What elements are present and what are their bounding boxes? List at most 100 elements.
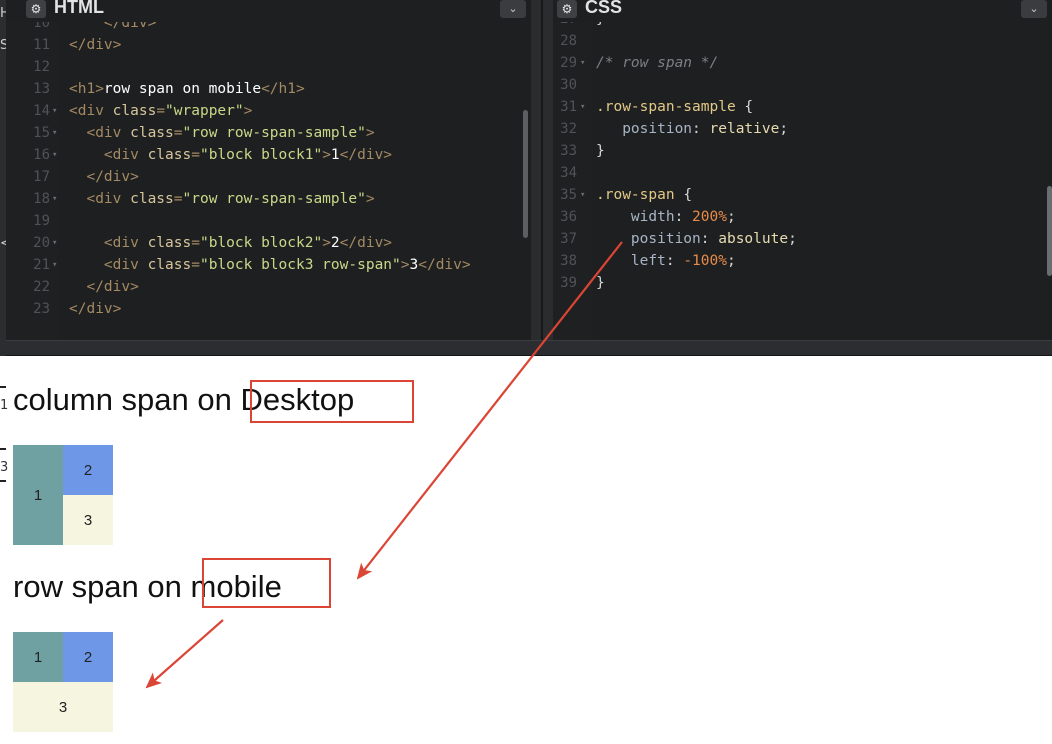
code-line[interactable]: 37 position: absolute;	[553, 228, 1052, 250]
gear-icon[interactable]: ⚙	[557, 0, 577, 18]
code-line[interactable]: 17 </div>	[6, 166, 531, 188]
left-fragment: 3	[0, 460, 9, 475]
code-line[interactable]: 32 position: relative;	[553, 118, 1052, 140]
line-number: 30	[560, 77, 577, 93]
code-line[interactable]: 31 ▾ .row-span-sample {	[553, 96, 1052, 118]
line-number: 36	[560, 209, 577, 225]
block-2: 2	[63, 445, 113, 495]
fold-arrow-icon[interactable]: ▾	[52, 100, 57, 122]
code-text: <h1>row span on mobile</h1>	[69, 81, 305, 97]
code-text: width: 200%;	[596, 209, 736, 225]
code-text: </div>	[69, 37, 122, 53]
divider	[0, 480, 6, 482]
code-line[interactable]: 36 width: 200%;	[553, 206, 1052, 228]
line-number: 21	[33, 257, 50, 273]
code-line[interactable]: 11 </div>	[6, 34, 531, 56]
heading-text: column span on	[13, 382, 241, 417]
line-number: 31	[560, 99, 577, 115]
editor-resize-handle[interactable]	[6, 340, 1052, 356]
result-preview: 1 3 column span on Desktop 1 2 3 row spa…	[0, 356, 1052, 744]
code-line[interactable]: 33}	[553, 140, 1052, 162]
line-number: 20	[33, 235, 50, 251]
line-number: 12	[33, 59, 50, 75]
code-line[interactable]: 16 ▾ <div class="block block1">1</div>	[6, 144, 531, 166]
pane-splitter[interactable]	[531, 0, 553, 340]
fold-arrow-icon[interactable]: ▾	[52, 232, 57, 254]
css-editor-pane[interactable]: 27}2829▾/* row span */3031▾.row-span-sam…	[553, 0, 1052, 340]
code-line[interactable]: 13 <h1>row span on mobile</h1>	[6, 78, 531, 100]
line-number: 23	[33, 301, 50, 317]
scrollbar-thumb[interactable]	[523, 110, 528, 238]
left-panel-edge: 1 3	[0, 356, 9, 744]
line-number: 33	[560, 143, 577, 159]
code-line[interactable]: 14 ▾ <div class="wrapper">	[6, 100, 531, 122]
code-text: <div class="block block2">2</div>	[69, 235, 393, 251]
code-line[interactable]: 20 ▾ <div class="block block2">2</div>	[6, 232, 531, 254]
fold-arrow-icon[interactable]: ▾	[580, 184, 585, 206]
line-number: 14	[33, 103, 50, 119]
line-number: 34	[560, 165, 577, 181]
code-line[interactable]: 19	[6, 210, 531, 232]
line-number: 29	[560, 55, 577, 71]
code-text: .row-span {	[596, 187, 693, 203]
annotation-highlight-box	[250, 380, 414, 423]
code-line[interactable]: 21 ▾ <div class="block block3 row-span">3…	[6, 254, 531, 276]
fold-arrow-icon[interactable]: ▾	[52, 122, 57, 144]
line-number: 18	[33, 191, 50, 207]
code-line[interactable]: 15 ▾ <div class="row row-span-sample">	[6, 122, 531, 144]
code-text: position: relative;	[596, 121, 789, 137]
line-number: 13	[33, 81, 50, 97]
code-line[interactable]: 30	[553, 74, 1052, 96]
code-line[interactable]: 34	[553, 162, 1052, 184]
block-3: 3	[63, 495, 113, 545]
code-line[interactable]: 39}	[553, 272, 1052, 294]
code-line[interactable]: 35 ▾ .row-span {	[553, 184, 1052, 206]
block-1: 1	[13, 632, 63, 682]
code-line[interactable]: 29 ▾ /* row span */	[553, 52, 1052, 74]
css-pane-header: ⚙ CSS ⌄	[553, 0, 1052, 22]
line-number: 15	[33, 125, 50, 141]
code-line[interactable]: 28	[553, 30, 1052, 52]
pane-title: HTML	[54, 0, 104, 17]
code-line[interactable]: 23 </div>	[6, 298, 531, 320]
block-2: 2	[63, 632, 113, 682]
fold-arrow-icon[interactable]: ▾	[52, 188, 57, 210]
left-fragment: 1	[0, 398, 9, 413]
code-text: <div class="row row-span-sample">	[69, 191, 375, 207]
code-text: }	[596, 275, 605, 291]
gear-icon[interactable]: ⚙	[26, 0, 46, 18]
fold-arrow-icon[interactable]: ▾	[52, 144, 57, 166]
code-text: </div>	[69, 279, 139, 295]
block-3: 3	[13, 682, 113, 732]
code-line[interactable]: 12	[6, 56, 531, 78]
line-number: 11	[33, 37, 50, 53]
code-line[interactable]: 18 ▾ <div class="row row-span-sample">	[6, 188, 531, 210]
fold-arrow-icon[interactable]: ▾	[580, 52, 585, 74]
line-number: 17	[33, 169, 50, 185]
pane-title: CSS	[585, 0, 623, 17]
code-text: <div class="block block3 row-span">3</di…	[69, 257, 471, 273]
code-text: left: -100%;	[596, 253, 736, 269]
html-editor-pane[interactable]: 10 </div> 11 </div> 12 13 <h1>row span on mob…	[6, 0, 531, 340]
annotation-highlight-box	[202, 558, 331, 608]
line-number: 35	[560, 187, 577, 203]
code-text: </div>	[69, 301, 122, 317]
chevron-down-icon[interactable]: ⌄	[500, 0, 526, 18]
code-text: </div>	[69, 169, 139, 185]
fold-arrow-icon[interactable]: ▾	[52, 254, 57, 276]
line-number: 32	[560, 121, 577, 137]
line-number: 28	[560, 33, 577, 49]
code-line[interactable]: 22 </div>	[6, 276, 531, 298]
code-text: <div class="row row-span-sample">	[69, 125, 375, 141]
line-number: 37	[560, 231, 577, 247]
code-text: position: absolute;	[596, 231, 797, 247]
divider	[0, 386, 6, 388]
line-number: 22	[33, 279, 50, 295]
block-1: 1	[13, 445, 63, 545]
scrollbar-thumb[interactable]	[1047, 186, 1052, 276]
divider	[0, 448, 6, 450]
code-line[interactable]: 38 left: -100%;	[553, 250, 1052, 272]
chevron-down-icon[interactable]: ⌄	[1021, 0, 1047, 18]
fold-arrow-icon[interactable]: ▾	[580, 96, 585, 118]
line-number: 19	[33, 213, 50, 229]
